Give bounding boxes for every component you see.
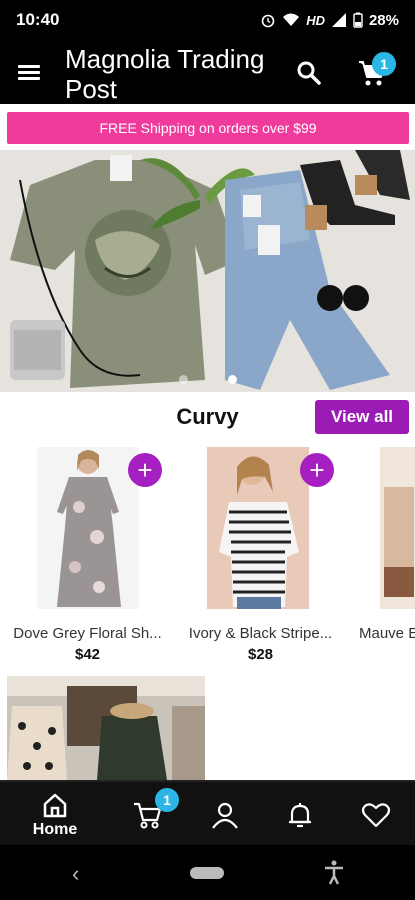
menu-button[interactable] bbox=[18, 62, 46, 84]
nav-notifications[interactable] bbox=[260, 782, 340, 847]
add-to-cart-button[interactable]: + bbox=[300, 453, 334, 487]
product-name: Ivory & Black Stripe... bbox=[188, 625, 333, 642]
home-icon bbox=[43, 793, 67, 817]
network-label: HD bbox=[306, 12, 325, 28]
promo-banner[interactable]: FREE Shipping on orders over $99 bbox=[7, 112, 409, 144]
back-icon[interactable]: ‹ bbox=[72, 861, 79, 887]
search-icon[interactable] bbox=[296, 60, 322, 86]
status-bar: 10:40 HD 28% bbox=[0, 0, 415, 40]
app-header: Magnolia Trading Post bbox=[0, 40, 415, 104]
bottom-nav: Home 1 bbox=[0, 780, 415, 845]
carousel-dot-active[interactable] bbox=[227, 375, 237, 384]
product-image[interactable] bbox=[37, 447, 139, 609]
hero-image bbox=[0, 150, 415, 392]
wifi-icon bbox=[283, 13, 300, 26]
product-card[interactable]: Mauve E bbox=[345, 447, 415, 677]
carousel-dots bbox=[0, 375, 415, 384]
bell-icon bbox=[289, 802, 311, 827]
store-photo[interactable] bbox=[7, 676, 205, 780]
battery-percent: 28% bbox=[368, 11, 399, 29]
nav-home[interactable]: Home bbox=[15, 782, 95, 847]
nav-home-label: Home bbox=[32, 820, 78, 838]
alarm-icon bbox=[261, 14, 275, 28]
signal-icon bbox=[331, 13, 346, 27]
product-image[interactable] bbox=[207, 447, 309, 609]
account-icon bbox=[212, 802, 238, 829]
nav-cart-count: 1 bbox=[155, 788, 179, 812]
accessibility-icon[interactable] bbox=[322, 859, 346, 885]
heart-icon bbox=[361, 802, 391, 827]
carousel-dot[interactable] bbox=[178, 375, 188, 384]
nav-cart-badge: 1 bbox=[155, 788, 179, 812]
cart-count: 1 bbox=[372, 52, 396, 76]
system-nav-bar: ‹ bbox=[0, 845, 415, 900]
product-price: $28 bbox=[247, 646, 274, 663]
product-image[interactable] bbox=[380, 447, 415, 609]
status-time: 10:40 bbox=[16, 10, 60, 29]
product-name: Mauve E bbox=[359, 625, 415, 642]
app-title: Magnolia Trading Post bbox=[65, 44, 265, 104]
view-all-button[interactable]: View all bbox=[315, 400, 409, 434]
product-name: Dove Grey Floral Sh... bbox=[13, 625, 162, 642]
home-pill[interactable] bbox=[190, 867, 224, 879]
cart-badge: 1 bbox=[372, 52, 396, 76]
nav-account[interactable] bbox=[185, 782, 265, 847]
status-icons: HD 28% bbox=[260, 12, 399, 29]
product-price: $42 bbox=[74, 646, 101, 663]
add-to-cart-button[interactable]: + bbox=[128, 453, 162, 487]
hero-carousel[interactable] bbox=[0, 150, 415, 392]
battery-icon bbox=[353, 12, 363, 28]
nav-favorites[interactable] bbox=[336, 782, 415, 847]
